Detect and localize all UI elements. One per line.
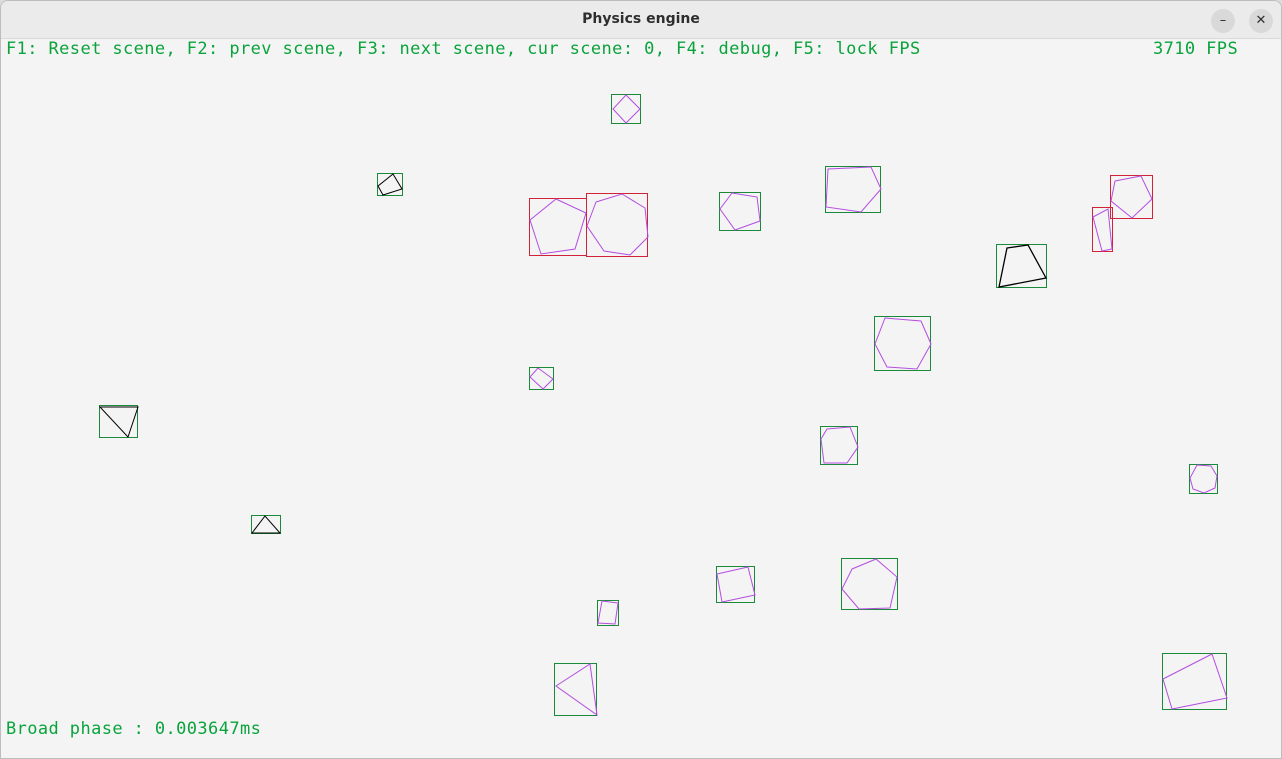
body-pentagon	[719, 192, 761, 231]
physics-canvas[interactable]: F1: Reset scene, F2: prev scene, F3: nex…	[1, 39, 1281, 758]
body-colliding-pentagon-a	[529, 198, 587, 256]
minimize-button[interactable]: –	[1211, 9, 1235, 33]
body-static-triangle-b	[250, 515, 282, 534]
body-octagon-small	[1189, 464, 1218, 494]
body-static-trapezoid	[996, 244, 1047, 288]
body-hexagon-large	[874, 316, 932, 371]
body-square-tilted	[716, 566, 756, 603]
body-static-triangle-a	[98, 405, 139, 438]
broad-phase-timer: Broad phase : 0.003647ms	[6, 719, 262, 739]
body-square-small-bottom	[597, 600, 619, 626]
body-colliding-pentagon-c	[1110, 175, 1153, 219]
scene-svg	[98, 94, 1228, 717]
body-hexagon-small	[611, 94, 641, 124]
window-title: Physics engine	[582, 11, 700, 27]
controls-help-text: F1: Reset scene, F2: prev scene, F3: nex…	[6, 39, 921, 59]
fps-counter: 3710 FPS	[1153, 39, 1239, 59]
body-pentagon-wide	[825, 166, 882, 213]
title-bar[interactable]: Physics engine – ✕	[1, 1, 1281, 39]
app-window: Physics engine – ✕ F1: Reset scene, F2: …	[0, 0, 1282, 759]
close-button[interactable]: ✕	[1249, 9, 1273, 33]
body-hexagon-mid	[820, 426, 859, 465]
body-static-quad	[377, 173, 403, 196]
body-square-large-bottom-right	[1162, 653, 1228, 710]
minimize-icon: –	[1219, 13, 1227, 28]
body-colliding-hexagon-b	[586, 193, 649, 257]
body-small-square	[529, 367, 554, 390]
close-icon: ✕	[1255, 13, 1267, 28]
body-triangle-bottom	[554, 663, 598, 717]
body-colliding-sliver-d	[1092, 207, 1113, 252]
body-hexagon-bottom	[841, 558, 898, 610]
